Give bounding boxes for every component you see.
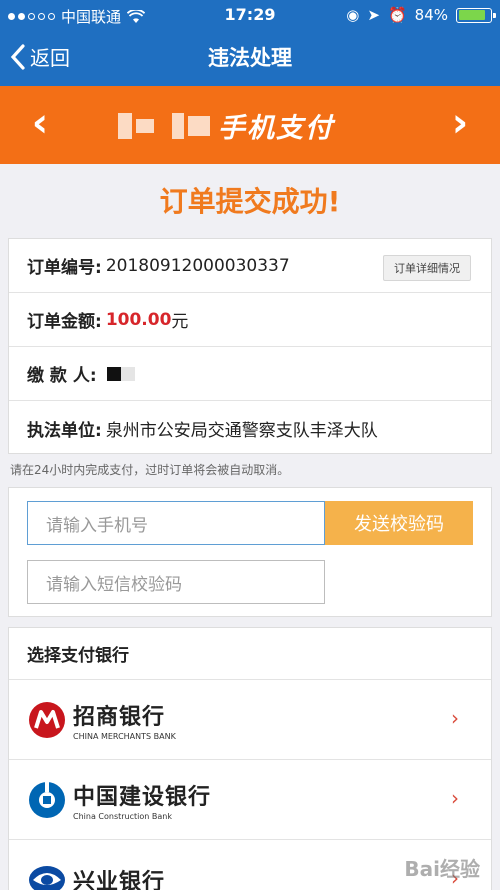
cmb-logo-icon <box>29 701 65 738</box>
banner-prev-arrow-icon[interactable]: ‹ <box>20 100 60 146</box>
bank-name: 兴业银行 <box>73 869 166 890</box>
bank-list-card: 选择支付银行 招商银行 CHINA MERCHANTS BANK › 中国建设银… <box>8 627 492 890</box>
payment-banner: ‹ 手机支付 › <box>0 86 500 164</box>
banner-next-arrow-icon[interactable]: › <box>440 100 480 146</box>
order-number-label: 订单编号: <box>27 258 102 278</box>
bank-name-en: CHINA MERCHANTS BANK <box>73 731 176 741</box>
order-amount-unit: 元 <box>171 312 189 332</box>
order-amount-row: 订单金额: 100.00 元 <box>9 293 491 347</box>
payer-row: 缴 款 人: <box>9 347 491 401</box>
order-amount-label: 订单金额: <box>27 312 102 332</box>
chevron-left-icon <box>10 43 25 70</box>
enforcement-unit-label: 执法单位: <box>27 420 102 441</box>
bank-item-cmb[interactable]: 招商银行 CHINA MERCHANTS BANK › <box>9 680 491 760</box>
cib-logo-icon <box>29 865 65 890</box>
bank-name: 招商银行 <box>73 704 166 730</box>
page-title: 违法处理 <box>208 46 292 70</box>
location-icon: ➤ <box>367 6 380 24</box>
bank-list-title: 选择支付银行 <box>9 628 491 680</box>
sms-code-input[interactable]: 请输入短信校验码 <box>27 560 325 604</box>
back-label: 返回 <box>30 46 70 70</box>
order-info-card: 订单编号: 20180912000030337 订单详细情况 订单金额: 100… <box>8 238 492 454</box>
battery-icon <box>456 7 496 23</box>
order-number-row: 订单编号: 20180912000030337 订单详细情况 <box>9 239 491 293</box>
watermark: Bai经验 <box>404 857 480 881</box>
send-code-button[interactable]: 发送校验码 <box>325 501 473 545</box>
enforcement-unit-value: 泉州市公安局交通警察支队丰泽大队 <box>105 420 378 441</box>
enforcement-unit-row: 执法单位: 泉州市公安局交通警察支队丰泽大队 <box>9 401 491 455</box>
ccb-logo-icon <box>29 781 65 818</box>
top-bar: 中国联通 17:29 ◉ ➤ ⏰ 84% 返回 违法处理 <box>0 0 500 86</box>
chevron-right-icon: › <box>451 786 459 810</box>
order-number-value: 20180912000030337 <box>105 255 290 276</box>
logo-text: 手机支付 <box>218 113 334 144</box>
bank-item-ccb[interactable]: 中国建设银行 China Construction Bank › <box>9 760 491 840</box>
chevron-right-icon: › <box>451 706 459 730</box>
payer-label: 缴 款 人: <box>27 366 97 386</box>
payment-logo: 手机支付 <box>118 106 334 145</box>
order-detail-button[interactable]: 订单详细情况 <box>383 255 471 281</box>
phone-input[interactable]: 请输入手机号 <box>27 501 325 545</box>
blurred-logo-icon <box>118 112 210 139</box>
alarm-icon: ⏰ <box>387 6 407 24</box>
verification-card: 请输入手机号 发送校验码 请输入短信校验码 <box>8 487 492 617</box>
nav-bar: 返回 违法处理 <box>0 30 500 86</box>
order-amount-value: 100.00 <box>105 309 172 330</box>
payer-masked-value <box>106 366 121 381</box>
bank-name-en: China Construction Bank <box>73 811 172 821</box>
status-bar: 中国联通 17:29 ◉ ➤ ⏰ 84% <box>0 0 500 30</box>
payment-deadline-note: 请在24小时内完成支付，过时订单将会被自动取消。 <box>10 463 290 477</box>
orientation-lock-icon: ◉ <box>346 6 360 24</box>
back-button[interactable]: 返回 <box>10 42 70 71</box>
bank-name: 中国建设银行 <box>73 784 212 810</box>
success-title: 订单提交成功! <box>159 185 341 218</box>
battery-percent: 84% <box>414 6 448 24</box>
